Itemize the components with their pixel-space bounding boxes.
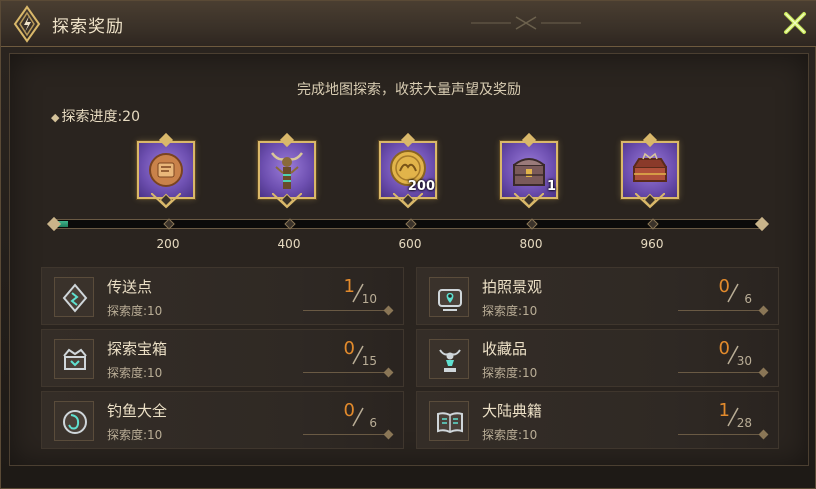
task-exploration-value: 探索度:10 xyxy=(107,304,163,318)
slash-icon xyxy=(352,407,364,427)
teleport-rune-icon xyxy=(62,283,88,313)
task-name: 探索宝箱 xyxy=(107,340,168,358)
milestone-label: 200 xyxy=(156,237,180,251)
ornate-box-icon xyxy=(633,152,667,182)
task-exploration-value: 探索度:10 xyxy=(482,304,538,318)
milestone-label: 800 xyxy=(519,237,543,251)
progress-text: 探索进度:20 xyxy=(61,109,140,125)
camera-pin-icon xyxy=(438,289,462,311)
task-icon-box xyxy=(429,401,469,441)
exploration-progress-bar xyxy=(46,216,770,232)
counter-underline xyxy=(678,372,764,373)
task-icon-box xyxy=(54,339,94,379)
frame-tail xyxy=(514,193,544,209)
reward-slot-400[interactable] xyxy=(256,132,320,217)
task-icon-box xyxy=(429,277,469,317)
task-name: 拍照景观 xyxy=(482,278,543,296)
counter-underline xyxy=(678,310,764,311)
exploration-task-list: 传送点 探索度:10 1 10 拍照景观 探索度:10 0 6 探索宝箱 探索度… xyxy=(41,259,779,449)
counter-underline-dot xyxy=(758,305,769,316)
milestone-label: 600 xyxy=(398,237,422,251)
task-total: 15 xyxy=(361,354,377,368)
task-exploration-value: 探索度:10 xyxy=(107,366,163,380)
task-name: 传送点 xyxy=(107,278,153,296)
chest-icon xyxy=(63,348,87,370)
exploration-rewards-window: 探索奖励 完成地图探索，收获大量声望及奖励 ◆ 探索进度:20 200 1 20… xyxy=(0,0,816,489)
task-counter: 0 15 xyxy=(299,338,394,382)
milestone-label: 400 xyxy=(277,237,301,251)
task-name: 钓鱼大全 xyxy=(107,402,168,420)
book-icon xyxy=(437,412,463,434)
reward-quantity: 200 xyxy=(407,179,435,194)
ornament-icon xyxy=(471,16,581,30)
window-title: 探索奖励 xyxy=(52,17,124,37)
collectible-statue-icon xyxy=(439,349,461,372)
counter-underline-dot xyxy=(383,429,394,440)
task-exploration-value: 探索度:10 xyxy=(482,366,538,380)
title-bar: 探索奖励 xyxy=(1,1,816,47)
compass-emblem-icon xyxy=(13,5,41,43)
scroll-coin-icon xyxy=(149,153,183,187)
frame-tail xyxy=(151,193,181,209)
counter-underline xyxy=(303,372,389,373)
milestone-label: 960 xyxy=(640,237,664,251)
task-icon-box xyxy=(54,277,94,317)
exploration-progress-label: ◆ 探索进度:20 xyxy=(51,106,140,126)
task-counter: 1 10 xyxy=(299,276,394,320)
task-fishing[interactable]: 钓鱼大全 探索度:10 0 6 xyxy=(41,391,404,449)
fishing-hook-icon xyxy=(63,410,87,434)
task-total: 6 xyxy=(369,416,377,430)
task-continent-codex[interactable]: 大陆典籍 探索度:10 1 28 xyxy=(416,391,779,449)
task-counter: 1 28 xyxy=(674,400,769,444)
slash-icon xyxy=(727,283,739,303)
task-photo-landscape[interactable]: 拍照景观 探索度:10 0 6 xyxy=(416,267,779,325)
counter-underline-dot xyxy=(383,367,394,378)
task-treasure-chest[interactable]: 探索宝箱 探索度:10 0 15 xyxy=(41,329,404,387)
task-name: 收藏品 xyxy=(482,340,528,358)
task-total: 28 xyxy=(736,416,752,430)
frame-tail xyxy=(272,193,302,209)
reward-slot-600[interactable]: 200 xyxy=(377,132,441,217)
task-total: 30 xyxy=(736,354,752,368)
counter-underline-dot xyxy=(758,429,769,440)
task-collectibles[interactable]: 收藏品 探索度:10 0 30 xyxy=(416,329,779,387)
task-teleport[interactable]: 传送点 探索度:10 1 10 xyxy=(41,267,404,325)
reward-slot-800[interactable]: 1 xyxy=(498,132,562,217)
reward-slot-960[interactable] xyxy=(619,132,683,217)
task-name: 大陆典籍 xyxy=(482,402,543,420)
frame-tail xyxy=(393,193,423,209)
task-total: 10 xyxy=(361,292,377,306)
task-exploration-value: 探索度:10 xyxy=(107,428,163,442)
counter-underline-dot xyxy=(758,367,769,378)
counter-underline xyxy=(303,310,389,311)
counter-underline xyxy=(678,434,764,435)
task-total: 6 xyxy=(744,292,752,306)
diamond-bullet-icon: ◆ xyxy=(51,111,60,124)
counter-underline-dot xyxy=(383,305,394,316)
task-icon-box xyxy=(429,339,469,379)
frame-tail xyxy=(635,193,665,209)
reward-slot-200[interactable] xyxy=(135,132,199,217)
antler-totem-icon xyxy=(271,152,303,189)
task-icon-box xyxy=(54,401,94,441)
task-counter: 0 30 xyxy=(674,338,769,382)
task-counter: 0 6 xyxy=(674,276,769,320)
subtitle: 完成地图探索，收获大量声望及奖励 xyxy=(297,82,521,98)
task-counter: 0 6 xyxy=(299,400,394,444)
reward-quantity: 1 xyxy=(546,179,556,194)
task-exploration-value: 探索度:10 xyxy=(482,428,538,442)
close-icon[interactable] xyxy=(779,7,811,39)
counter-underline xyxy=(303,434,389,435)
